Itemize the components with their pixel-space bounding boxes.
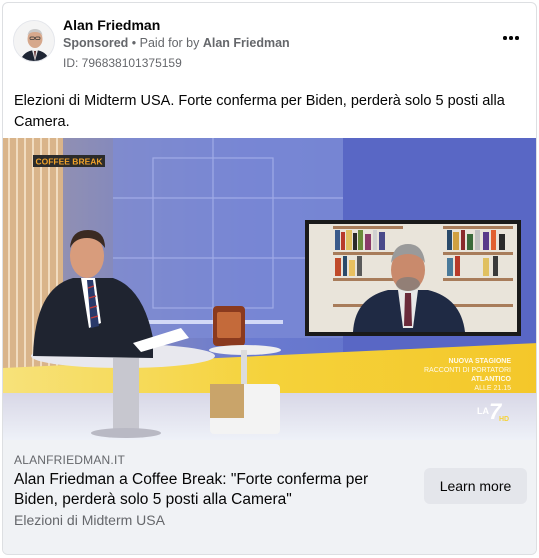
link-title[interactable]: Alan Friedman a Coffee Break: "Forte con… xyxy=(14,470,404,510)
learn-more-button[interactable]: Learn more xyxy=(424,468,527,504)
more-options-button[interactable] xyxy=(500,29,522,47)
ticker-line-3: ATLANTICO xyxy=(471,376,511,383)
sponsored-post-card: Alan Friedman Sponsored • Paid for by Al… xyxy=(2,2,537,555)
paid-for-label: Paid for by xyxy=(139,36,203,50)
svg-text:HD: HD xyxy=(499,416,509,423)
ad-id: ID: 796838101375159 xyxy=(63,56,182,70)
meta-separator: • xyxy=(128,36,140,50)
page-name-link[interactable]: Alan Friedman xyxy=(63,17,160,33)
sponsored-label[interactable]: Sponsored xyxy=(63,36,128,50)
page-avatar[interactable] xyxy=(13,20,55,62)
link-domain: ALANFRIEDMAN.IT xyxy=(14,453,126,467)
link-preview-footer[interactable]: ALANFRIEDMAN.IT Alan Friedman a Coffee B… xyxy=(3,440,536,554)
ellipsis-icon xyxy=(503,36,507,40)
sponsored-meta-line: Sponsored • Paid for by Alan Friedman xyxy=(63,36,290,50)
ticker-line-4: ALLE 21.15 xyxy=(474,385,511,392)
ticker-line-2: RACCONTI DI PORTATORI xyxy=(424,367,511,374)
link-description: Elezioni di Midterm USA xyxy=(14,512,165,528)
post-text: Elezioni di Midterm USA. Forte conferma … xyxy=(14,93,505,130)
post-video-thumbnail[interactable]: COFFEE BREAK NUOVA STAGIONE RACCONTI DI … xyxy=(3,138,536,440)
svg-text:LA: LA xyxy=(477,406,489,416)
avatar-portrait-image xyxy=(14,21,54,61)
studio-scene-image: COFFEE BREAK NUOVA STAGIONE RACCONTI DI … xyxy=(3,138,536,440)
payer-name[interactable]: Alan Friedman xyxy=(203,36,290,50)
ticker-line-1: NUOVA STAGIONE xyxy=(449,358,512,365)
show-banner: COFFEE BREAK xyxy=(35,157,103,167)
